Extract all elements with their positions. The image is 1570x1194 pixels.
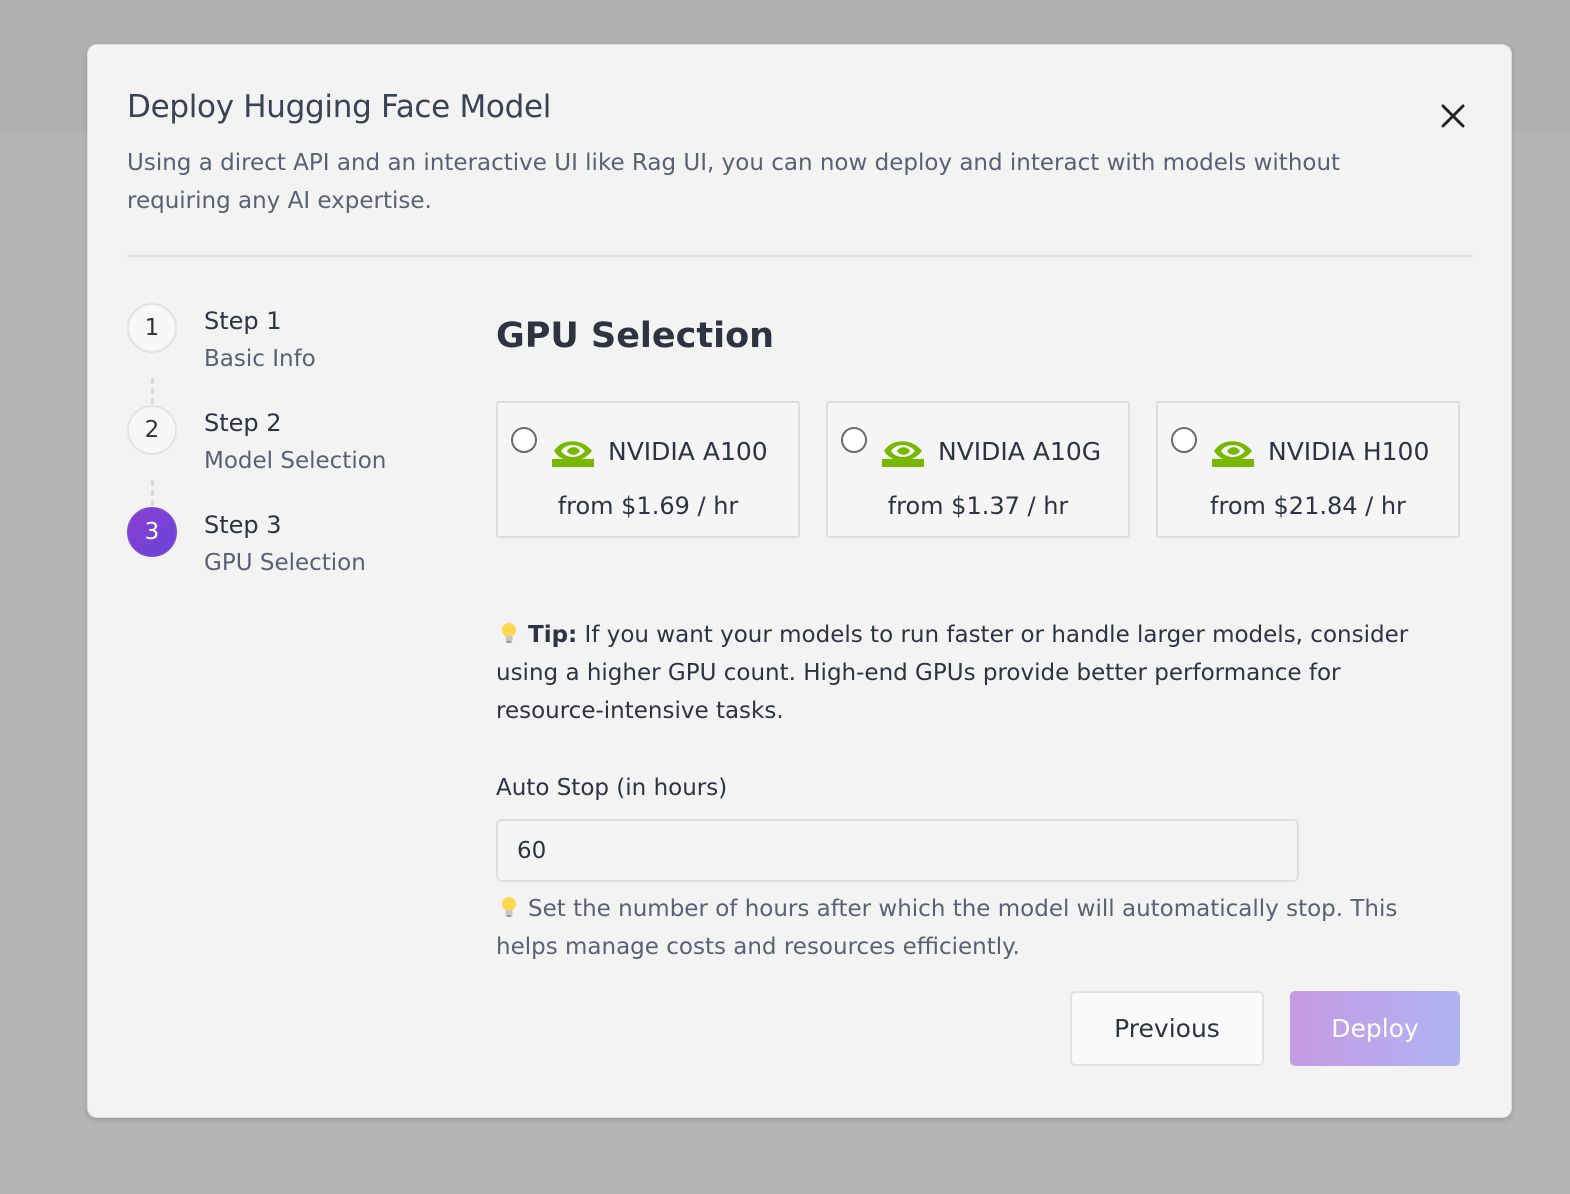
step-title: Step 3 bbox=[204, 511, 282, 539]
gpu-option-a10g[interactable]: NVIDIA A10G from $1.37 / hr bbox=[826, 401, 1130, 538]
step-number: 1 bbox=[127, 303, 177, 353]
auto-stop-input[interactable] bbox=[496, 819, 1299, 882]
tip-label: Tip: bbox=[528, 622, 578, 648]
gpu-radio[interactable] bbox=[841, 427, 867, 453]
gpu-option-h100[interactable]: NVIDIA H100 from $21.84 / hr bbox=[1156, 401, 1460, 538]
previous-button[interactable]: Previous bbox=[1070, 991, 1264, 1066]
step-basic-info[interactable]: 1 Step 1 Basic Info bbox=[127, 303, 447, 383]
section-title: GPU Selection bbox=[496, 316, 775, 356]
gpu-price: from $21.84 / hr bbox=[1210, 492, 1406, 520]
step-subtitle: Model Selection bbox=[204, 448, 387, 474]
step-gpu-selection[interactable]: 3 Step 3 GPU Selection bbox=[127, 507, 447, 587]
step-connector bbox=[151, 480, 154, 506]
step-subtitle: Basic Info bbox=[204, 346, 316, 372]
auto-stop-label: Auto Stop (in hours) bbox=[496, 775, 728, 801]
gpu-option-a100[interactable]: NVIDIA A100 from $1.69 / hr bbox=[496, 401, 800, 538]
gpu-name: NVIDIA A100 bbox=[608, 437, 768, 466]
deploy-button[interactable]: Deploy bbox=[1290, 991, 1460, 1066]
deploy-modal: Deploy Hugging Face Model Using a direct… bbox=[87, 44, 1512, 1118]
nvidia-logo-icon bbox=[1212, 441, 1254, 467]
gpu-name: NVIDIA A10G bbox=[938, 437, 1102, 466]
gpu-radio[interactable] bbox=[1171, 427, 1197, 453]
gpu-price: from $1.37 / hr bbox=[887, 492, 1069, 520]
gpu-name: NVIDIA H100 bbox=[1268, 437, 1430, 466]
auto-stop-hint-text: Set the number of hours after which the … bbox=[496, 896, 1398, 960]
header-divider bbox=[127, 255, 1473, 257]
gpu-tip: Tip: If you want your models to run fast… bbox=[496, 616, 1426, 730]
lightbulb-icon bbox=[502, 897, 516, 917]
auto-stop-hint: Set the number of hours after which the … bbox=[496, 890, 1426, 966]
nvidia-logo-icon bbox=[882, 441, 924, 467]
step-subtitle: GPU Selection bbox=[204, 550, 366, 576]
step-connector bbox=[151, 378, 154, 404]
modal-title: Deploy Hugging Face Model bbox=[127, 89, 552, 125]
step-model-selection[interactable]: 2 Step 2 Model Selection bbox=[127, 405, 447, 485]
nvidia-logo-icon bbox=[552, 441, 594, 467]
modal-subtitle: Using a direct API and an interactive UI… bbox=[127, 150, 1341, 214]
gpu-radio[interactable] bbox=[511, 427, 537, 453]
step-title: Step 1 bbox=[204, 307, 282, 335]
close-button[interactable] bbox=[1438, 101, 1468, 131]
step-number-active: 3 bbox=[127, 507, 177, 557]
tip-text: If you want your models to run faster or… bbox=[496, 622, 1409, 724]
step-number: 2 bbox=[127, 405, 177, 455]
gpu-price: from $1.69 / hr bbox=[557, 492, 739, 520]
close-icon bbox=[1441, 104, 1465, 128]
lightbulb-icon bbox=[502, 623, 516, 643]
step-title: Step 2 bbox=[204, 409, 282, 437]
